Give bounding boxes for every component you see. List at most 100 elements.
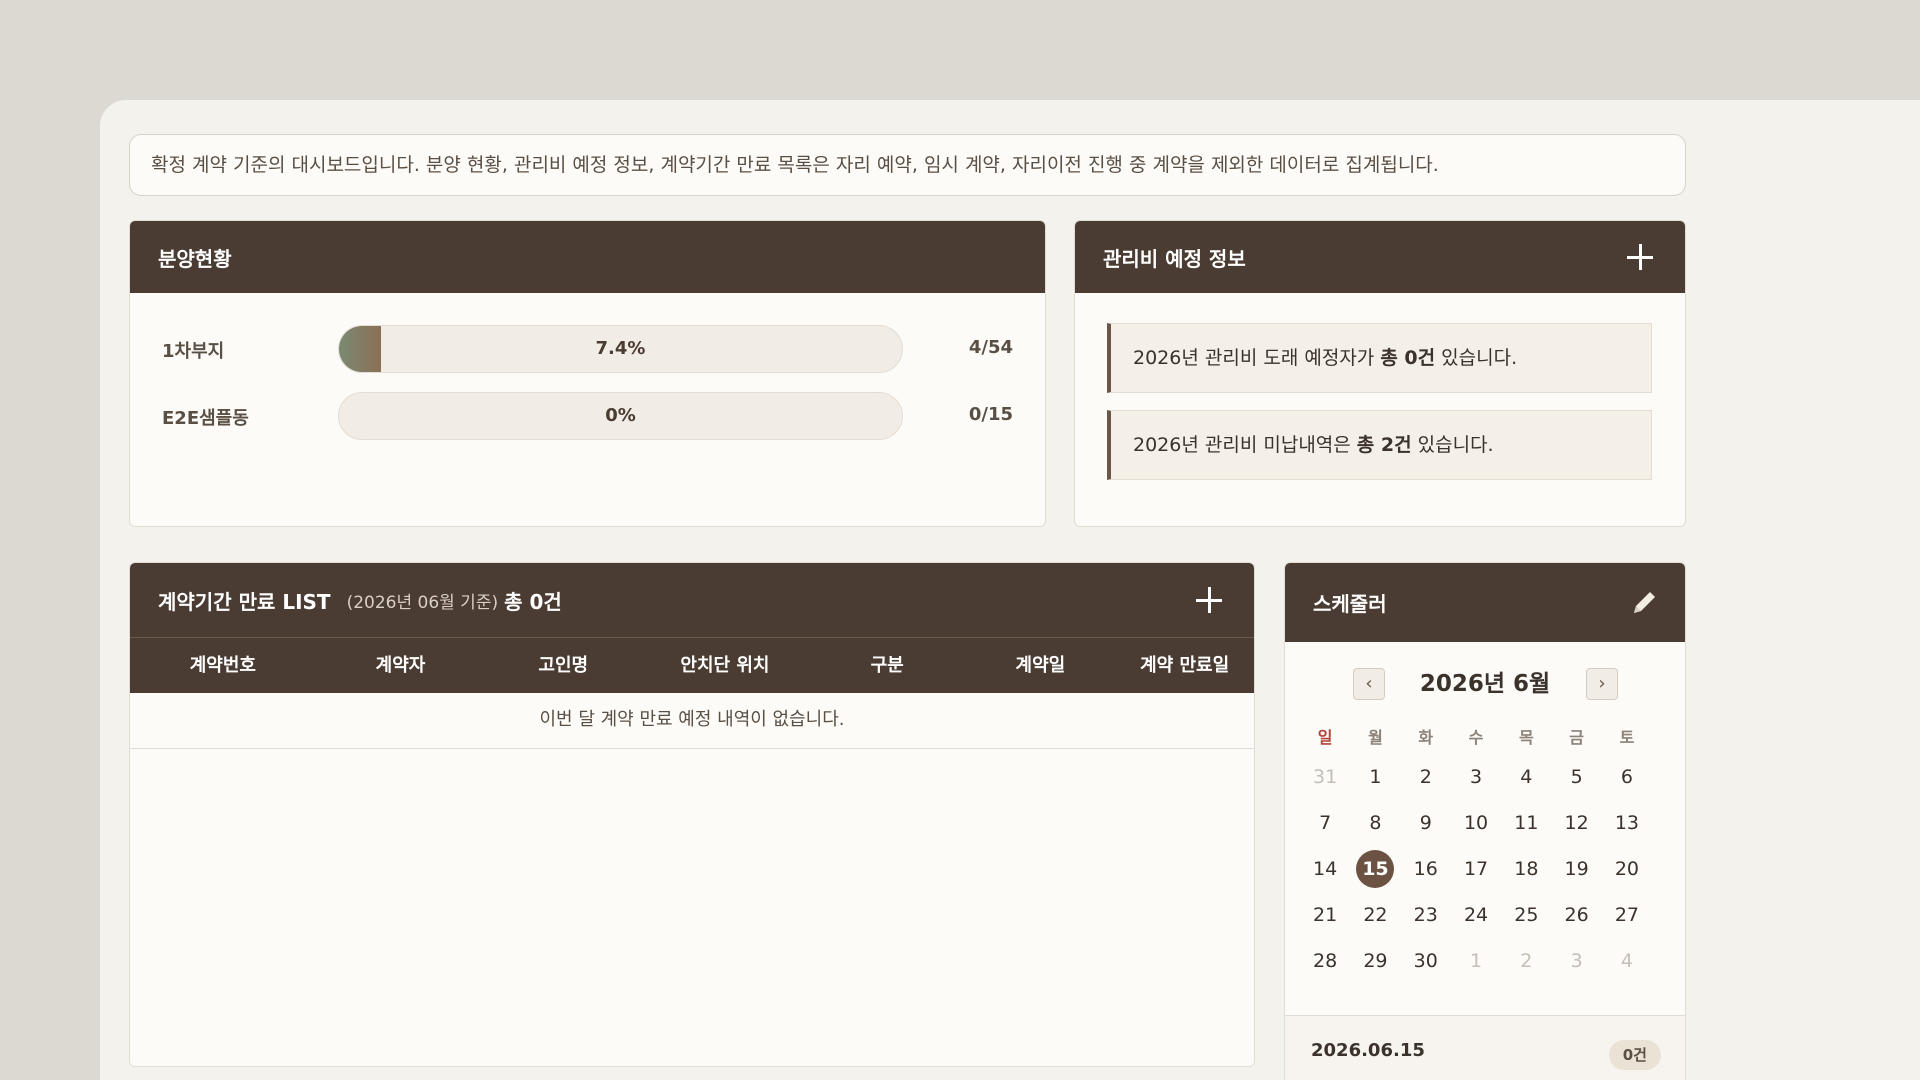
calendar-day[interactable]: 26: [1551, 892, 1601, 938]
calendar-day[interactable]: 27: [1602, 892, 1652, 938]
sales-row: E2E샘플동 0% 0/15: [130, 392, 1045, 440]
calendar-week: 31 1 2 3 4 5 6: [1285, 754, 1685, 800]
calendar-day[interactable]: 30: [1401, 938, 1451, 984]
sales-row-name: 1차부지: [162, 341, 225, 362]
column-header[interactable]: 계약자: [316, 638, 486, 693]
calendar-day[interactable]: 24: [1451, 892, 1501, 938]
fee-info-header: 관리비 예정 정보: [1075, 221, 1685, 293]
calendar-day[interactable]: 10: [1451, 800, 1501, 846]
calendar-day[interactable]: 1: [1350, 754, 1400, 800]
fee-notice-suffix: 있습니다.: [1435, 347, 1518, 369]
scheduler-header: 스케줄러: [1285, 563, 1685, 642]
calendar-day-selected[interactable]: 15: [1350, 846, 1400, 892]
next-month-button[interactable]: ›: [1586, 668, 1618, 700]
column-header[interactable]: 고인명: [485, 638, 641, 693]
fee-notice-text: 2026년 관리비 도래 예정자가: [1133, 347, 1381, 369]
sales-row: 1차부지 7.4% 4/54: [130, 325, 1045, 373]
fee-notice-count: 총 0건: [1380, 347, 1436, 369]
calendar-day[interactable]: 17: [1451, 846, 1501, 892]
fee-notice-suffix: 있습니다.: [1411, 434, 1494, 456]
calendar-day[interactable]: 3: [1551, 938, 1601, 984]
calendar-week: 7 8 9 10 11 12 13: [1285, 800, 1685, 846]
empty-message: 이번 달 계약 만료 예정 내역이 없습니다.: [130, 693, 1254, 749]
calendar-day[interactable]: 8: [1350, 800, 1400, 846]
calendar-day[interactable]: 9: [1401, 800, 1451, 846]
fee-notice-count: 총 2건: [1356, 434, 1412, 456]
calendar-day[interactable]: 18: [1501, 846, 1551, 892]
contract-expiry-card: 계약기간 만료 LIST (2026년 06월 기준) 총 0건 계약번호 계약…: [129, 562, 1255, 1067]
selected-date-footer: 2026.06.15 0건: [1285, 1015, 1685, 1080]
fee-notice-item[interactable]: 2026년 관리비 도래 예정자가 총 0건 있습니다.: [1107, 323, 1652, 393]
contract-expiry-title: 계약기간 만료 LIST: [158, 589, 331, 614]
calendar-day[interactable]: 2: [1401, 754, 1451, 800]
calendar-day[interactable]: 5: [1551, 754, 1601, 800]
column-header[interactable]: 구분: [809, 638, 966, 693]
calendar-day[interactable]: 2: [1501, 938, 1551, 984]
contract-expiry-total: 총 0건: [504, 589, 562, 614]
sales-status-card: 분양현황 1차부지 7.4% 4/54 E2E샘플동 0% 0/15: [129, 220, 1046, 527]
calendar-day[interactable]: 28: [1300, 938, 1350, 984]
sales-row-count: 4/54: [968, 337, 1013, 358]
calendar-day[interactable]: 6: [1602, 754, 1652, 800]
dashboard-notice: 확정 계약 기준의 대시보드입니다. 분양 현황, 관리비 예정 정보, 계약기…: [129, 134, 1686, 196]
calendar-day[interactable]: 23: [1401, 892, 1451, 938]
calendar-grid: 31 1 2 3 4 5 6 7 8 9 10 11 12 13 14 15 16 17 18 19 20 21 22 23 2…: [1285, 754, 1685, 984]
calendar-day[interactable]: 16: [1401, 846, 1451, 892]
weekday-label: 일: [1317, 728, 1333, 747]
pencil-icon[interactable]: [1627, 586, 1661, 620]
calendar-day[interactable]: 7: [1300, 800, 1350, 846]
sales-row-count: 0/15: [968, 404, 1013, 425]
calendar-day[interactable]: 13: [1602, 800, 1652, 846]
column-header[interactable]: 계약일: [966, 638, 1116, 693]
calendar-month-title: 2026년 6월: [1419, 671, 1551, 697]
calendar-day[interactable]: 11: [1501, 800, 1551, 846]
calendar-day[interactable]: 29: [1350, 938, 1400, 984]
weekday-label: 수: [1468, 728, 1484, 747]
fee-info-title: 관리비 예정 정보: [1103, 246, 1246, 271]
calendar-day[interactable]: 14: [1300, 846, 1350, 892]
calendar-day[interactable]: 21: [1300, 892, 1350, 938]
calendar-day[interactable]: 20: [1602, 846, 1652, 892]
calendar-day[interactable]: 1: [1451, 938, 1501, 984]
fee-notice-text: 2026년 관리비 미납내역은: [1133, 434, 1357, 456]
fee-add-plus-icon[interactable]: [1627, 244, 1653, 270]
calendar-week: 28 29 30 1 2 3 4: [1285, 938, 1685, 984]
calendar-day[interactable]: 25: [1501, 892, 1551, 938]
calendar-day[interactable]: 22: [1350, 892, 1400, 938]
sales-progress-label: 7.4%: [595, 338, 646, 359]
sales-status-header: 분양현황: [130, 221, 1045, 293]
column-header[interactable]: 계약번호: [130, 638, 316, 693]
calendar-day[interactable]: 3: [1451, 754, 1501, 800]
dashboard-page: 확정 계약 기준의 대시보드입니다. 분양 현황, 관리비 예정 정보, 계약기…: [100, 100, 1920, 1080]
scheduler-title: 스케줄러: [1313, 592, 1387, 616]
weekday-label: 금: [1569, 728, 1584, 747]
selected-date: 2026.06.15: [1311, 1040, 1425, 1061]
column-header[interactable]: 안치단 위치: [641, 638, 809, 693]
column-header[interactable]: 계약 만료일: [1115, 638, 1254, 693]
calendar-day[interactable]: 31: [1300, 754, 1350, 800]
sales-progress-bar: 0%: [338, 392, 903, 440]
sales-progress-bar: 7.4%: [338, 325, 903, 373]
weekday-label: 토: [1619, 728, 1635, 747]
contract-table-header: 계약번호 계약자 고인명 안치단 위치 구분 계약일 계약 만료일: [130, 637, 1254, 693]
expiry-add-plus-icon[interactable]: [1196, 587, 1222, 613]
scheduler-card: 스케줄러 ‹ 2026년 6월 › 일월화수목금토 31 1 2 3 4 5 6 7 8 9 10 1…: [1284, 562, 1686, 1080]
calendar-week: 14 15 16 17 18 19 20: [1285, 846, 1685, 892]
calendar-nav: ‹ 2026년 6월 ›: [1285, 642, 1685, 722]
calendar-day[interactable]: 4: [1501, 754, 1551, 800]
calendar-day[interactable]: 12: [1551, 800, 1601, 846]
sales-status-title: 분양현황: [158, 246, 232, 271]
calendar-day[interactable]: 4: [1602, 938, 1652, 984]
contract-expiry-header: 계약기간 만료 LIST (2026년 06월 기준) 총 0건: [130, 563, 1254, 637]
fee-notice-item[interactable]: 2026년 관리비 미납내역은 총 2건 있습니다.: [1107, 410, 1652, 480]
sales-progress-label: 0%: [605, 405, 636, 426]
weekday-label: 화: [1418, 728, 1434, 747]
calendar-week: 21 22 23 24 25 26 27: [1285, 892, 1685, 938]
weekday-label: 목: [1518, 728, 1534, 747]
contract-expiry-basis: (2026년 06월 기준): [346, 592, 499, 613]
weekday-row: 일월화수목금토: [1285, 722, 1685, 754]
calendar-day[interactable]: 19: [1551, 846, 1601, 892]
sales-row-name: E2E샘플동: [162, 408, 249, 429]
fee-info-card: 관리비 예정 정보 2026년 관리비 도래 예정자가 총 0건 있습니다. 2…: [1074, 220, 1686, 527]
schedule-count-badge: 0건: [1608, 1040, 1661, 1070]
